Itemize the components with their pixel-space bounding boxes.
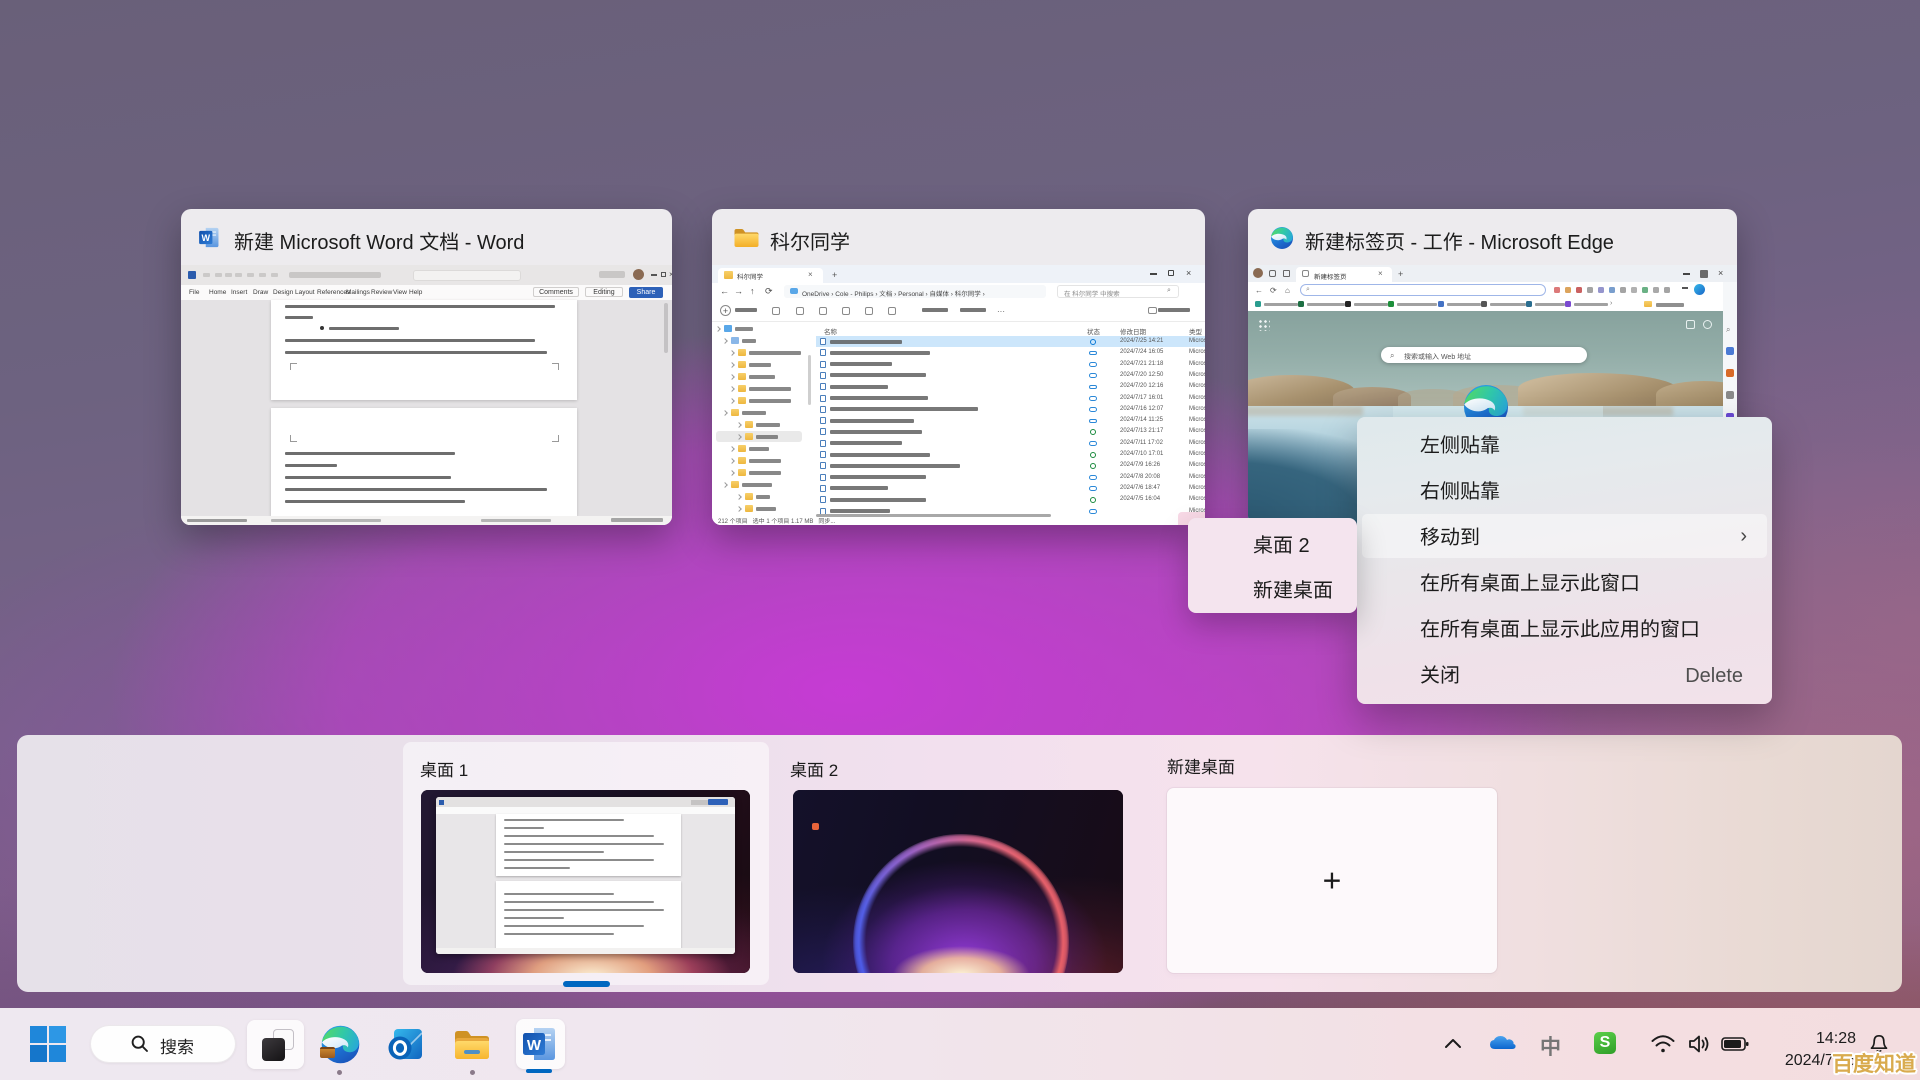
svg-text:W: W: [201, 233, 210, 243]
svg-text:W: W: [527, 1037, 542, 1054]
